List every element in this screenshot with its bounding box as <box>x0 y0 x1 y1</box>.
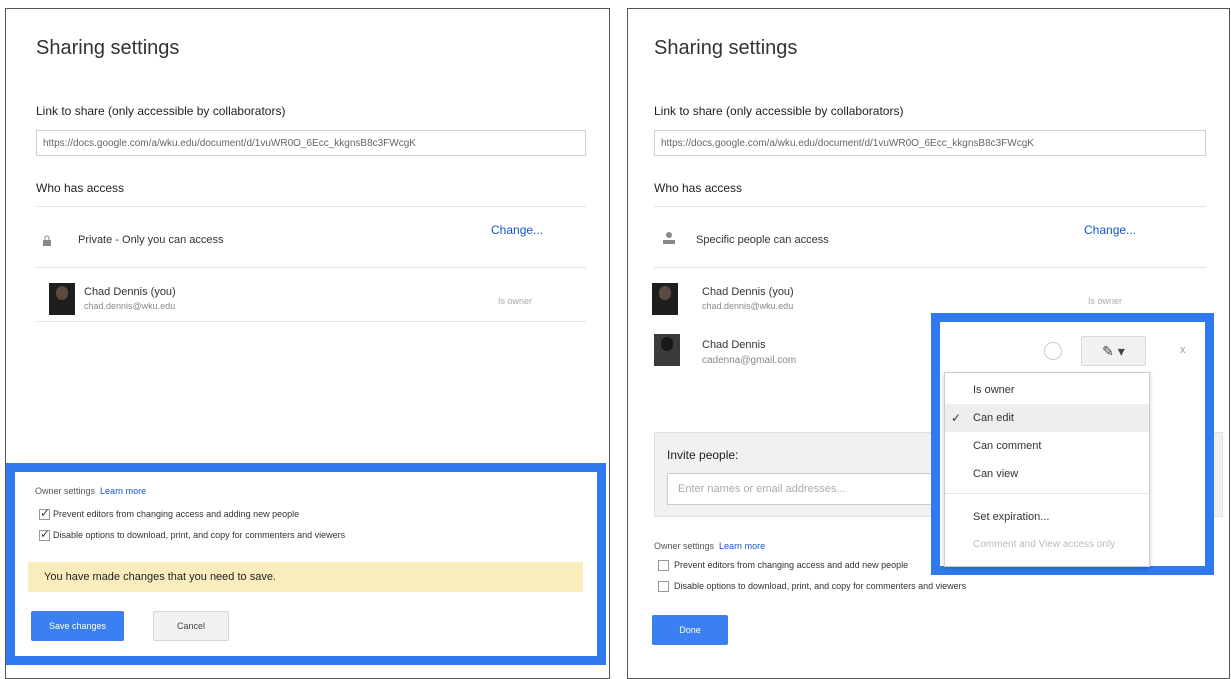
prevent-editors-label: Prevent editors from changing access and… <box>674 560 909 570</box>
share-link-field[interactable]: https://docs.google.com/a/wku.edu/docume… <box>654 130 1206 156</box>
done-button[interactable]: Done <box>652 615 728 645</box>
menu-item-can-view[interactable]: Can view <box>945 460 1149 488</box>
dialog-title: Sharing settings <box>654 37 798 59</box>
highlight-box-owner-settings <box>6 463 606 665</box>
access-description: Private - Only you can access <box>78 234 224 246</box>
permission-dropdown-button[interactable]: ✎ ▾ <box>1081 336 1146 366</box>
avatar <box>652 283 678 315</box>
person-role: Is owner <box>498 296 533 306</box>
owner-settings-label: Owner settings <box>654 541 715 551</box>
dialog-title: Sharing settings <box>36 37 180 59</box>
person-email: cadenna@gmail.com <box>702 355 797 366</box>
checkmark-icon: ✓ <box>951 411 962 425</box>
disable-download-label: Disable options to download, print, and … <box>674 581 967 591</box>
link-label: Link to share (only accessible by collab… <box>654 104 904 118</box>
who-has-access-label: Who has access <box>654 181 743 195</box>
person-name: Chad Dennis (you) <box>84 286 176 298</box>
link-label: Link to share (only accessible by collab… <box>36 104 286 118</box>
divider <box>36 321 586 322</box>
pencil-icon: ✎ <box>1102 343 1114 359</box>
person-name: Chad Dennis <box>702 339 766 351</box>
prevent-editors-checkbox[interactable] <box>658 560 669 571</box>
highlight-box-permissions: ✎ ▾ x Is owner ✓ Can edit Can comment Can… <box>931 313 1214 575</box>
person-role: Is owner <box>1088 296 1123 306</box>
lock-icon <box>42 234 52 246</box>
person-email: chad.dennis@wku.edu <box>702 301 794 311</box>
menu-item-label: Can edit <box>973 412 1014 424</box>
divider <box>654 267 1206 268</box>
menu-item-can-comment[interactable]: Can comment <box>945 432 1149 460</box>
remove-person-icon[interactable]: x <box>1180 344 1186 356</box>
access-description: Specific people can access <box>696 234 829 246</box>
menu-item-comment-view-only: Comment and View access only <box>973 539 1116 550</box>
divider <box>36 206 586 207</box>
change-access-link[interactable]: Change... <box>1084 223 1136 237</box>
person-email: chad.dennis@wku.edu <box>84 301 176 311</box>
divider <box>36 267 586 268</box>
menu-divider <box>945 493 1149 494</box>
person-name: Chad Dennis (you) <box>702 286 794 298</box>
expiration-icon[interactable] <box>1044 342 1062 360</box>
disable-download-checkbox[interactable] <box>658 581 669 592</box>
avatar <box>49 283 75 315</box>
learn-more-link[interactable]: Learn more <box>719 541 765 551</box>
divider <box>654 206 1206 207</box>
menu-item-can-edit[interactable]: ✓ Can edit <box>945 404 1149 432</box>
menu-item-is-owner[interactable]: Is owner <box>945 376 1149 404</box>
people-icon <box>662 231 676 245</box>
permission-menu: Is owner ✓ Can edit Can comment Can view … <box>944 372 1150 567</box>
who-has-access-label: Who has access <box>36 181 125 195</box>
avatar <box>654 334 680 366</box>
invite-label: Invite people: <box>667 448 739 462</box>
chevron-down-icon: ▾ <box>1117 343 1125 359</box>
share-link-field[interactable]: https://docs.google.com/a/wku.edu/docume… <box>36 130 586 156</box>
change-access-link[interactable]: Change... <box>491 223 543 237</box>
menu-item-set-expiration[interactable]: Set expiration... <box>945 503 1149 531</box>
owner-settings-row: Owner settings Learn more <box>654 541 765 551</box>
